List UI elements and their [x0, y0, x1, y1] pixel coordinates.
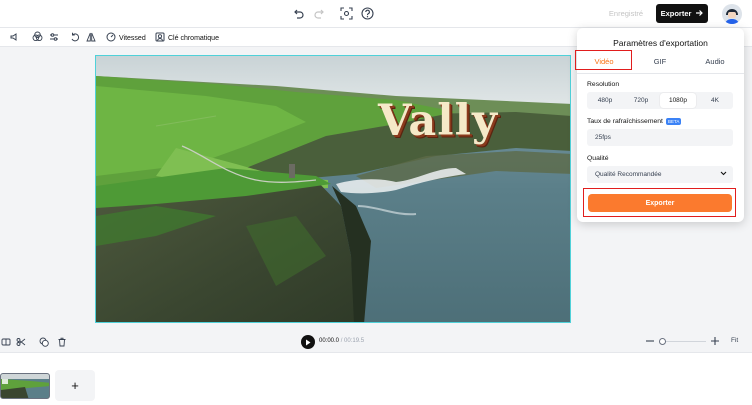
quality-value: Qualité Recommandée: [595, 171, 662, 178]
add-clip-button[interactable]: +: [55, 370, 95, 401]
export-button-highlight: [583, 188, 736, 217]
filter-icon[interactable]: [32, 31, 43, 42]
quality-label: Qualité: [587, 155, 609, 162]
timeline-track: [0, 352, 752, 405]
arrow-right-icon: [695, 9, 704, 19]
resolution-option-4k[interactable]: 4K: [697, 92, 733, 109]
zoom-in-icon[interactable]: [711, 337, 719, 345]
video-frame: [96, 56, 570, 322]
adjust-icon[interactable]: [49, 32, 59, 42]
title-overlay[interactable]: Vally: [378, 96, 498, 146]
play-icon: [305, 333, 311, 351]
header-export-label: Exporter: [660, 9, 692, 18]
trash-icon[interactable]: [57, 337, 67, 347]
chroma-key-tool[interactable]: Clé chromatique: [155, 32, 219, 44]
chroma-key-icon: [155, 32, 165, 44]
playback-bar: [0, 333, 752, 351]
resolution-option-480p[interactable]: 480p: [587, 92, 623, 109]
zoom-slider-track[interactable]: [660, 341, 706, 342]
zoom-slider-handle[interactable]: [659, 338, 666, 345]
beta-badge: BETA: [665, 118, 682, 125]
fit-button[interactable]: Fit: [731, 337, 738, 344]
duplicate-icon[interactable]: [39, 337, 49, 347]
saved-button[interactable]: Enregistré: [601, 5, 651, 22]
framerate-value: 25fps: [595, 134, 611, 141]
chroma-key-label: Clé chromatique: [168, 34, 219, 42]
split-view-icon[interactable]: [1, 337, 11, 347]
tab-audio[interactable]: Audio: [690, 57, 740, 66]
framerate-select[interactable]: 25fps: [587, 129, 733, 146]
export-settings-panel: Paramètres d'exportation Vidéo GIF Audio…: [575, 28, 744, 222]
top-bar: Enregistré Exporter: [0, 0, 752, 28]
screenshot-icon[interactable]: [340, 7, 353, 20]
redo-icon[interactable]: [314, 8, 326, 20]
framerate-label-row: Taux de rafraîchissement BETA: [587, 118, 682, 125]
resolution-option-720p[interactable]: 720p: [623, 92, 659, 109]
zoom-out-icon[interactable]: [646, 340, 654, 342]
framerate-label: Taux de rafraîchissement: [587, 118, 663, 125]
flip-icon[interactable]: [86, 32, 96, 42]
play-button[interactable]: [301, 335, 315, 349]
volume-icon[interactable]: [10, 32, 20, 42]
rotate-icon[interactable]: [70, 32, 80, 42]
resolution-selector: 480p 720p 1080p 4K: [587, 92, 733, 109]
time-display: 00:00.0 / 00:19.5: [319, 338, 364, 344]
video-clip-thumbnail[interactable]: [0, 373, 50, 399]
clip-image: [1, 374, 49, 398]
panel-title: Paramètres d'exportation: [613, 38, 708, 48]
header-export-button[interactable]: Exporter: [656, 4, 708, 23]
undo-icon[interactable]: [292, 8, 304, 20]
speed-icon: [106, 32, 116, 44]
speed-label: Vitessed: [119, 34, 146, 42]
quality-select[interactable]: Qualité Recommandée: [587, 166, 733, 183]
tab-gif[interactable]: GIF: [635, 57, 685, 66]
avatar[interactable]: [722, 4, 742, 24]
help-icon[interactable]: [361, 7, 374, 20]
current-time: 00:00.0: [319, 338, 340, 344]
duration: / 00:19.5: [340, 338, 365, 344]
resolution-label: Resolution: [587, 81, 620, 88]
video-canvas[interactable]: Vally: [95, 55, 571, 323]
speed-tool[interactable]: Vitessed: [106, 32, 146, 44]
chevron-down-icon: [720, 171, 727, 178]
resolution-option-1080p[interactable]: 1080p: [660, 93, 696, 108]
video-tab-highlight: [575, 50, 632, 70]
scissors-icon[interactable]: [16, 337, 26, 347]
